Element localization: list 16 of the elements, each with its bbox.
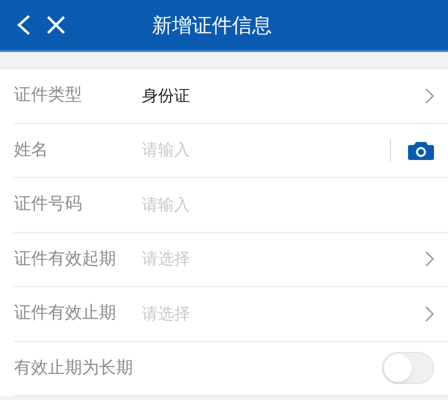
- field-label: 有效止期为长期: [14, 356, 134, 380]
- chevron-right-icon: [425, 306, 434, 322]
- chevron-right-icon: [425, 251, 434, 268]
- camera-icon[interactable]: [408, 140, 434, 160]
- field-label: 证件有效止期: [14, 302, 117, 325]
- select-field[interactable]: 身份证: [142, 69, 434, 122]
- chevron-right-icon: [425, 88, 434, 104]
- field-label: 证件类型: [14, 84, 83, 107]
- field-label: 证件有效起期: [14, 248, 117, 270]
- toggle-switch[interactable]: [382, 352, 434, 384]
- page-title: 新增证件信息: [152, 12, 272, 39]
- field-label: 姓名: [14, 138, 49, 162]
- close-icon[interactable]: [46, 15, 66, 35]
- field-value: 身份证: [142, 84, 190, 107]
- field-label: 证件号码: [14, 193, 83, 216]
- back-icon[interactable]: [16, 14, 32, 36]
